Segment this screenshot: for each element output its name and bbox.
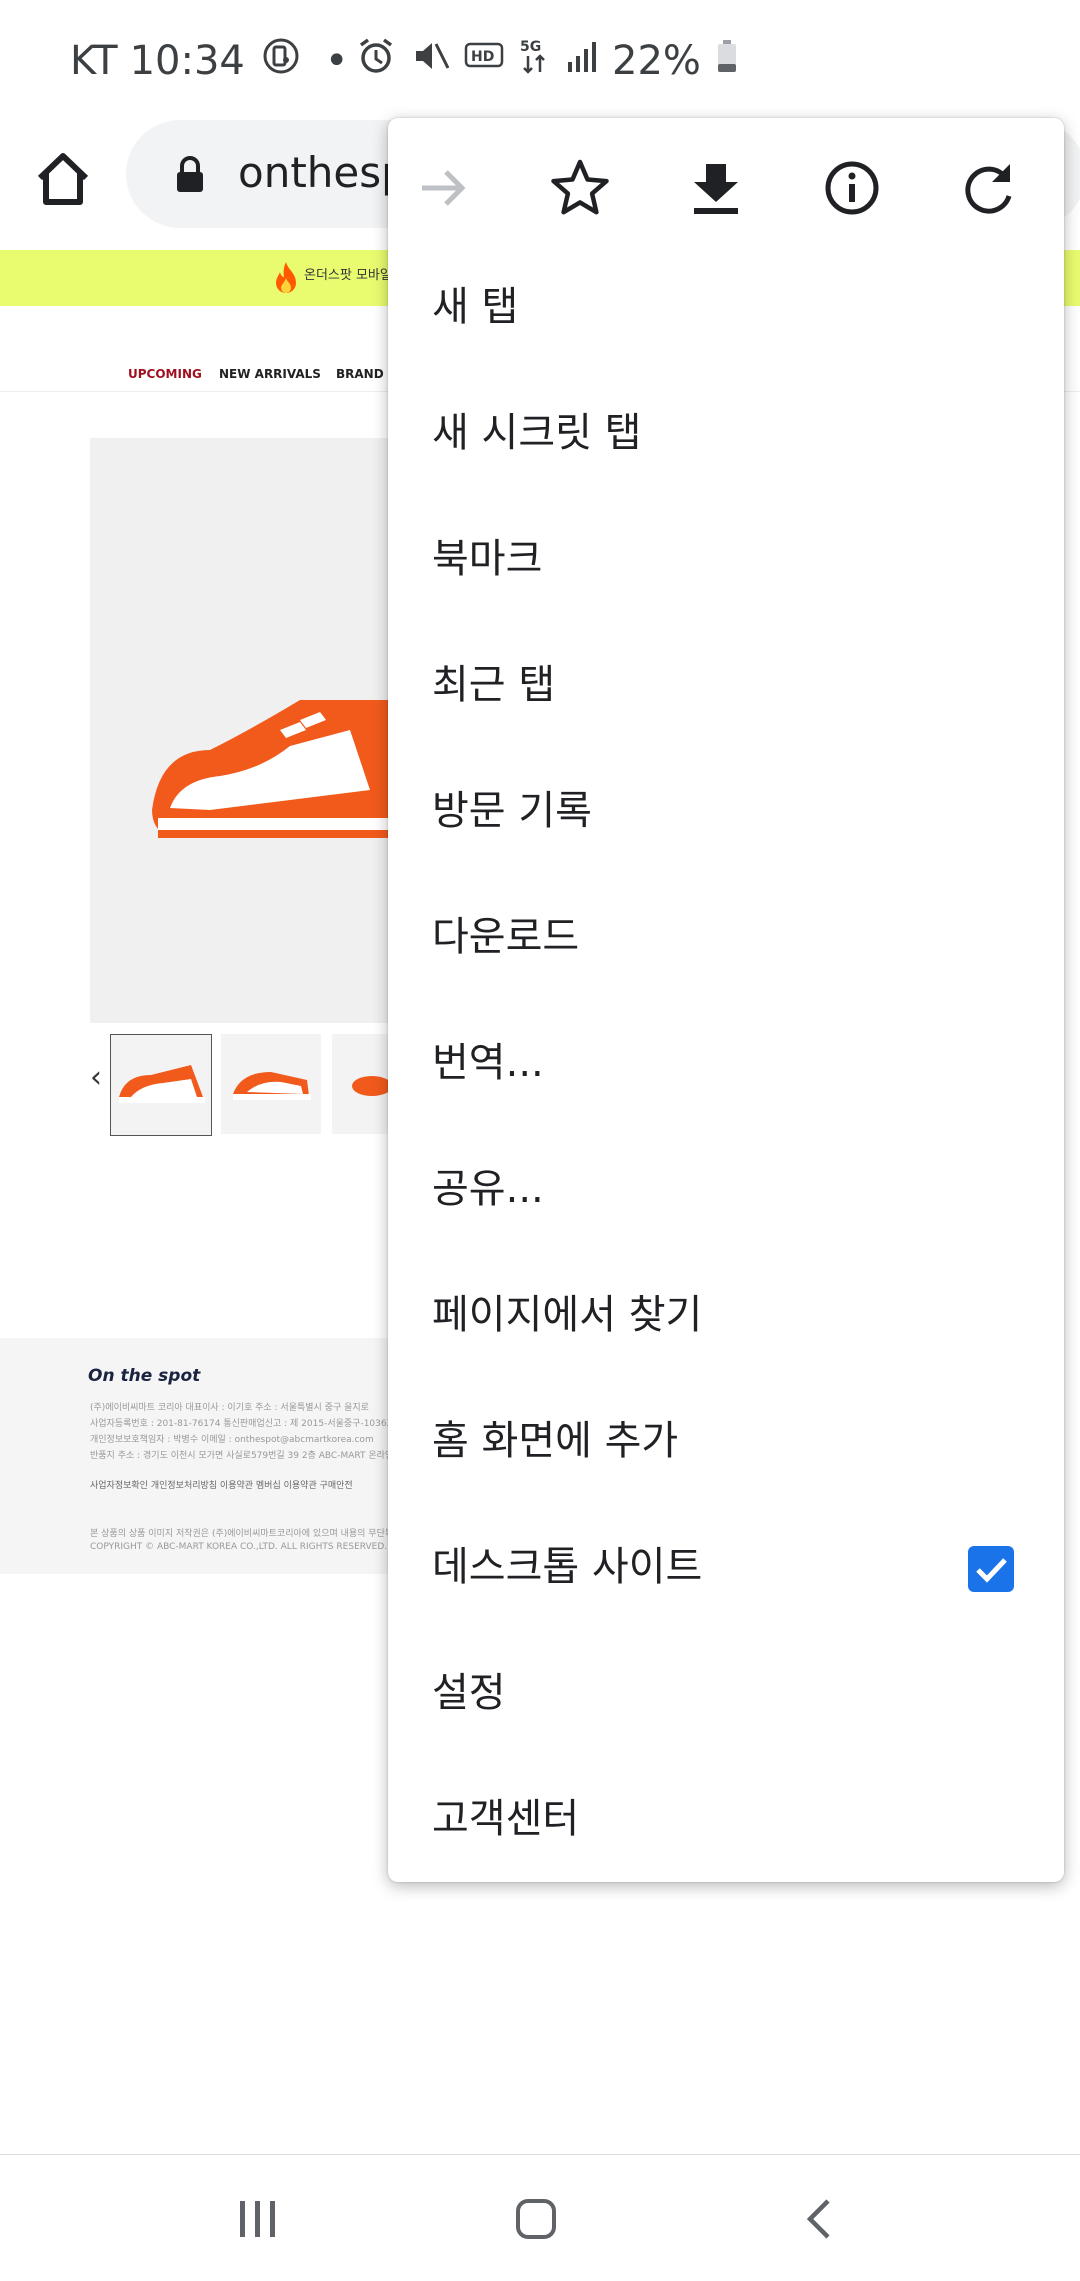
svg-text:5G: 5G [520,39,541,55]
menu-item-help[interactable]: 고객센터 [432,1756,1032,1882]
svg-text:HD: HD [471,49,494,65]
footer-line: (주)에이비씨마트 코리아 대표이사 : 이기호 주소 : 서울특별시 중구 을… [90,1403,369,1413]
menu-item-history[interactable]: 방문 기록 [432,748,1032,874]
thumbnail-strip: ‹ [0,1030,400,1140]
footer-logo: On the spot [88,1366,201,1386]
browser-overflow-menu: 새 탭 새 시크릿 탭 북마크 최근 탭 방문 기록 다운로드 번역... 공유… [388,118,1064,1882]
thumb-prev-arrow[interactable]: ‹ [90,1060,102,1095]
status-dot: • [324,38,349,84]
footer-line: 개인정보보호책임자 : 박병수 이메일 : onthespot@abcmartk… [90,1435,374,1445]
menu-item-share[interactable]: 공유... [432,1126,1032,1252]
menu-item-downloads[interactable]: 다운로드 [432,874,1032,1000]
forward-icon[interactable] [412,156,476,220]
system-nav-bar [0,2154,1080,2281]
nav-upcoming[interactable]: UPCOMING [128,367,202,381]
footer-line: 본 상품의 상품 이미지 저작권은 (주)에이비씨마트코리아에 있으며 내용의 … [90,1529,390,1539]
menu-item-new-incognito-tab[interactable]: 새 시크릿 탭 [432,370,1032,496]
signal-icon [566,36,598,86]
lock-icon[interactable] [174,156,206,198]
menu-item-add-to-home[interactable]: 홈 화면에 추가 [432,1378,1032,1504]
menu-item-translate[interactable]: 번역... [432,1000,1032,1126]
fire-icon [276,262,296,293]
bookmark-star-icon[interactable] [548,156,612,220]
mute-icon [410,36,450,86]
hd-voice-icon: HD [464,36,504,86]
refresh-icon[interactable] [956,156,1020,220]
status-left: KT 10:34 • [70,36,348,86]
menu-action-row [388,118,1064,248]
home-circle-icon[interactable] [512,2195,560,2247]
recents-icon[interactable] [234,2195,282,2247]
footer-copyright: COPYRIGHT © ABC-MART KOREA CO.,LTD. ALL … [90,1542,388,1552]
thumbnail-3[interactable] [332,1034,392,1134]
footer-links[interactable]: 사업자정보확인 개인정보처리방침 이용약관 멤버십 이용약관 구매안전 [90,1478,390,1491]
home-icon[interactable] [30,146,96,212]
back-icon[interactable] [796,2195,844,2247]
status-right: HD 5G 22% [356,36,739,86]
menu-item-settings[interactable]: 설정 [432,1630,1032,1756]
shoe-image [150,690,390,854]
desktop-site-checkbox[interactable] [968,1546,1014,1592]
menu-item-new-tab[interactable]: 새 탭 [432,244,1032,370]
thumbnail-2[interactable] [221,1034,321,1134]
alarm-icon [356,36,396,86]
thumbnail-1[interactable] [110,1034,212,1136]
menu-item-bookmarks[interactable]: 북마크 [432,496,1032,622]
info-icon[interactable] [820,156,884,220]
footer-line: 반품지 주소 : 경기도 이천시 모가면 사실로579번길 39 2층 ABC-… [90,1451,390,1461]
menu-item-recent-tabs[interactable]: 최근 탭 [432,622,1032,748]
menu-item-find-in-page[interactable]: 페이지에서 찾기 [432,1252,1032,1378]
nav-brand[interactable]: BRAND [336,367,384,381]
carrier-label: KT [70,38,118,84]
url-text[interactable]: onthesp [238,148,408,197]
download-icon[interactable] [684,156,748,220]
status-bar: KT 10:34 • HD 5G 22% [0,0,1080,120]
footer-line: 사업자등록번호 : 201-81-76174 통신판매업신고 : 제 2015-… [90,1419,390,1429]
battery-icon [715,36,739,86]
site-footer: On the spot (주)에이비씨마트 코리아 대표이사 : 이기호 주소 … [0,1338,400,1574]
battery-percent: 22% [612,38,701,84]
check-icon [976,1558,1007,1583]
nav-new-arrivals[interactable]: NEW ARRIVALS [219,367,321,381]
data-saver-icon [261,36,301,86]
network-5g-icon: 5G [518,36,552,86]
menu-item-desktop-site[interactable]: 데스크톱 사이트 [432,1504,1032,1630]
clock: 10:34 [129,38,245,84]
